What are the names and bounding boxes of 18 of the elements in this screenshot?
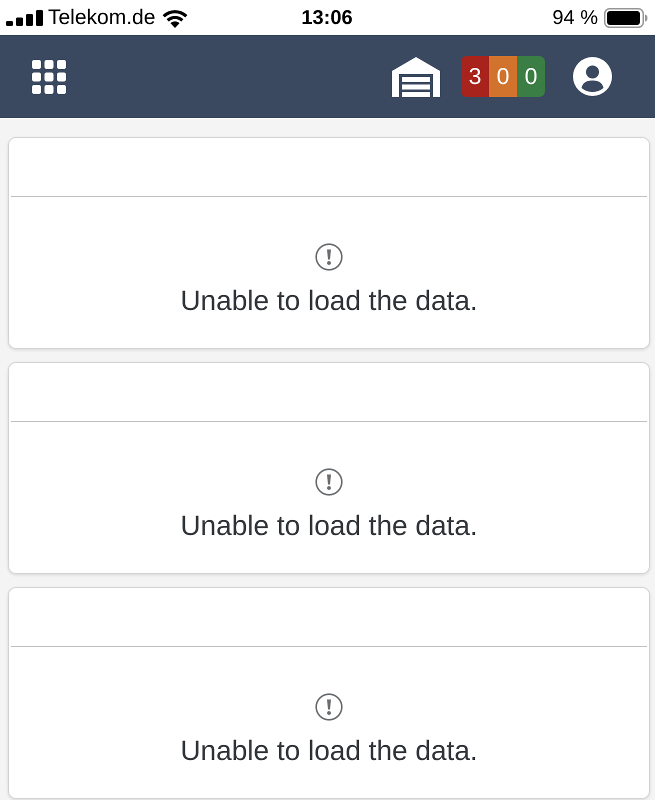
wifi-icon: [161, 8, 190, 28]
exclamation-circle-icon: [315, 468, 343, 496]
user-avatar-icon[interactable]: [573, 57, 612, 96]
app-menu-icon[interactable]: [32, 60, 66, 94]
warehouse-icon[interactable]: [392, 56, 440, 96]
clock-time: 13:06: [301, 8, 353, 28]
signal-icon: [6, 10, 43, 26]
error-message: Unable to load the data.: [180, 285, 478, 317]
carrier-name: Telekom.de: [48, 7, 156, 28]
battery-percentage: 94 %: [552, 8, 598, 28]
status-counter: 3: [461, 56, 489, 97]
battery-icon: [604, 8, 648, 28]
status-counter: 0: [489, 56, 517, 97]
error-message: Unable to load the data.: [180, 735, 478, 767]
error-message: Unable to load the data.: [180, 510, 478, 542]
exclamation-circle-icon: [315, 243, 343, 271]
exclamation-circle-icon: [315, 693, 343, 721]
status-counter: 0: [517, 56, 545, 97]
